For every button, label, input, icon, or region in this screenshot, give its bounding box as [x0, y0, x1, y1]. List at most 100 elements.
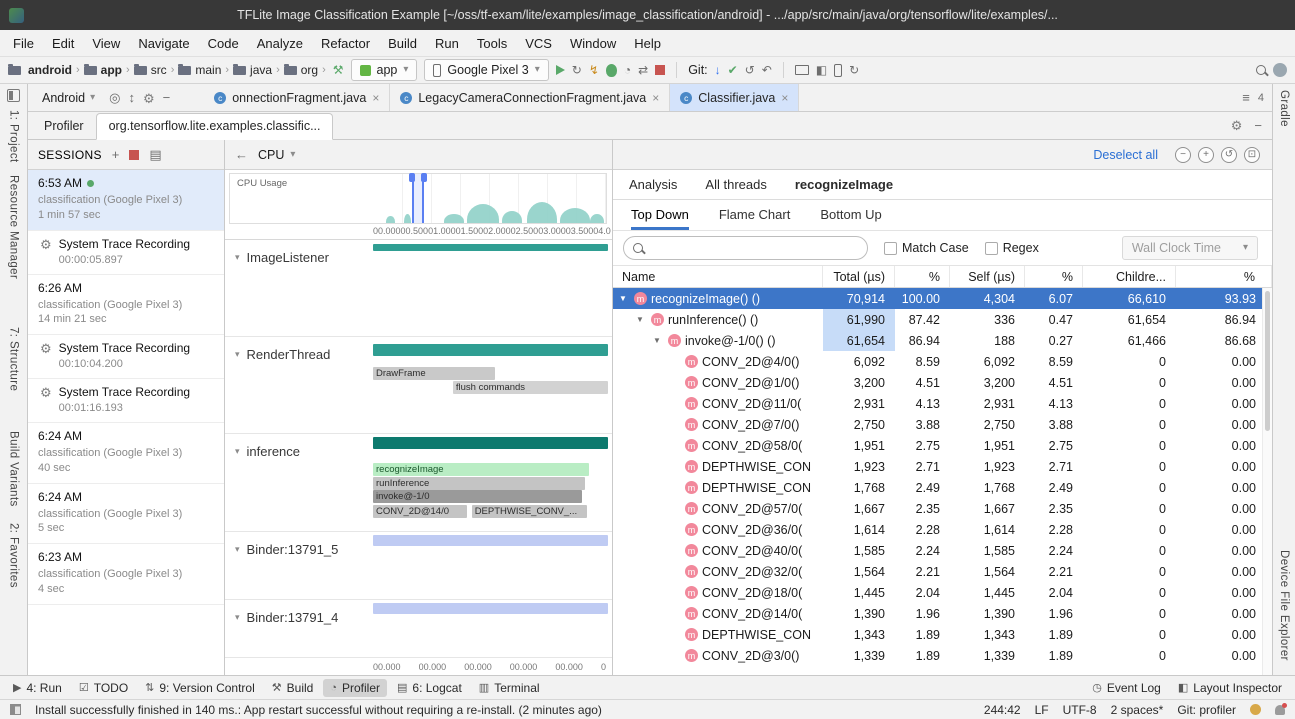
expander-icon[interactable]: ▼ — [619, 294, 630, 303]
table-row[interactable]: mDEPTHWISE_CON1,9232.711,9232.7100.00 — [613, 456, 1272, 477]
back-button[interactable]: ← — [235, 148, 248, 161]
menu-item-vcs[interactable]: VCS — [516, 33, 561, 54]
status-message[interactable]: Install successfully finished in 140 ms.… — [35, 703, 602, 717]
subtab-top-down[interactable]: Top Down — [631, 200, 689, 230]
table-row[interactable]: ▼mrunInference() ()61,99087.423360.4761,… — [613, 309, 1272, 330]
breadcrumb-main[interactable]: main — [195, 63, 221, 77]
inspections-icon[interactable] — [1250, 704, 1261, 715]
stop-session-button[interactable] — [129, 150, 139, 160]
table-row[interactable]: mCONV_2D@1/0()3,2004.513,2004.5100.00 — [613, 372, 1272, 393]
expander-icon[interactable]: ▼ — [636, 315, 647, 324]
build-hammer-icon[interactable]: ⚒ — [333, 64, 344, 76]
column-header-[interactable]: % — [1176, 266, 1272, 287]
editor-tab-onnectionfragment-java[interactable]: connectionFragment.java× — [204, 84, 390, 111]
trace-event-bar[interactable] — [373, 437, 608, 449]
device-manager-icon[interactable] — [795, 65, 809, 75]
file-encoding[interactable]: UTF-8 — [1063, 703, 1097, 717]
apply-changes-button[interactable]: ↻ — [572, 64, 582, 76]
tool-stripe-7-structure[interactable]: 7: Structure — [8, 327, 20, 391]
menu-item-file[interactable]: File — [4, 33, 43, 54]
thread-track-imagelistener[interactable]: ▾ImageListener — [225, 240, 612, 337]
table-row[interactable]: mCONV_2D@40/0(1,5852.241,5852.2400.00 — [613, 540, 1272, 561]
collapse-icon[interactable]: ▾ — [235, 612, 240, 623]
column-header-name[interactable]: Name — [613, 266, 823, 287]
search-box[interactable] — [623, 236, 868, 260]
profile-button[interactable]: ◔ — [624, 64, 631, 76]
menu-item-view[interactable]: View — [83, 33, 129, 54]
analysis-tab-all-threads[interactable]: All threads — [705, 177, 766, 192]
collapse-icon[interactable]: ▾ — [235, 252, 240, 263]
trace-event-bar[interactable] — [373, 603, 608, 614]
session-item[interactable]: 6:24 AMclassification (Google Pixel 3)40… — [28, 423, 224, 484]
tool-stripe-device-file-explorer[interactable]: Device File Explorer — [1278, 550, 1290, 661]
table-row[interactable]: mCONV_2D@18/0(1,4452.041,4452.0400.00 — [613, 582, 1272, 603]
editor-tab-legacycameraconnectionfragment-java[interactable]: cLegacyCameraConnectionFragment.java× — [390, 84, 670, 111]
table-row[interactable]: ▼minvoke@-1/0() ()61,65486.941880.2761,4… — [613, 330, 1272, 351]
breadcrumb-android[interactable]: android — [28, 63, 72, 77]
tool-stripe-build-variants[interactable]: Build Variants — [8, 431, 20, 507]
thread-track-binder-13791-4[interactable]: ▾Binder:13791_4 — [225, 600, 612, 658]
menu-item-window[interactable]: Window — [561, 33, 625, 54]
profiler-type-select[interactable]: CPU ▾ — [258, 148, 295, 162]
trace-event-bar[interactable] — [373, 244, 608, 251]
device-mirror-icon[interactable] — [834, 64, 842, 77]
menu-item-build[interactable]: Build — [379, 33, 426, 54]
column-header-[interactable]: % — [1025, 266, 1083, 287]
tool-stripe-resource-manager[interactable]: Resource Manager — [8, 175, 20, 279]
debug-button[interactable] — [606, 64, 617, 77]
device-select[interactable]: Google Pixel 3 ▾ — [424, 59, 548, 81]
zoom-in-button[interactable]: + — [1198, 147, 1214, 163]
line-separator[interactable]: LF — [1035, 703, 1049, 717]
column-header-total-s[interactable]: Total (µs) — [823, 266, 895, 287]
collapse-icon[interactable]: ▾ — [235, 446, 240, 457]
subtab-bottom-up[interactable]: Bottom Up — [820, 200, 881, 230]
search-input[interactable] — [650, 241, 858, 255]
table-row[interactable]: mDEPTHWISE_CON1,3431.891,3431.8900.00 — [613, 624, 1272, 645]
thread-track-renderthread[interactable]: ▾RenderThreadDrawFrameflush commands — [225, 337, 612, 434]
table-row[interactable]: mCONV_2D@7/0()2,7503.882,7503.8800.00 — [613, 414, 1272, 435]
tool-stripe-gradle[interactable]: Gradle — [1278, 90, 1290, 127]
trace-event-bar[interactable]: DrawFrame — [373, 367, 495, 380]
run-button[interactable] — [556, 65, 565, 75]
tab-list-icon[interactable]: ≡ — [1242, 91, 1250, 104]
recording-item[interactable]: ⚙System Trace Recording00:01:16.193 — [28, 379, 224, 423]
expander-icon[interactable]: ▼ — [653, 336, 664, 345]
notifications-icon[interactable] — [1275, 705, 1285, 715]
vcs-update-button[interactable]: ↓ — [715, 64, 721, 76]
toolwindow-button-todo[interactable]: ☑TODO — [72, 679, 135, 697]
menu-item-run[interactable]: Run — [426, 33, 468, 54]
trace-event-bar[interactable]: invoke@-1/0 — [373, 490, 582, 503]
sync-project-button[interactable]: ↻ — [849, 64, 859, 76]
toolwindow-button-6-logcat[interactable]: ▤6: Logcat — [390, 679, 469, 697]
collapse-all-icon[interactable]: ↕ — [128, 91, 135, 104]
regex-checkbox[interactable]: Regex — [985, 241, 1039, 255]
trace-event-bar[interactable]: CONV_2D@14/0 — [373, 505, 467, 518]
table-row[interactable]: mCONV_2D@3/0()1,3391.891,3391.8900.00 — [613, 645, 1272, 666]
breadcrumb-java[interactable]: java — [250, 63, 272, 77]
toolwindow-button-4-run[interactable]: ▶4: Run — [6, 679, 69, 697]
cpu-usage-plot[interactable] — [374, 174, 606, 223]
trace-event-bar[interactable]: recognizeImage — [373, 463, 589, 476]
subtab-flame-chart[interactable]: Flame Chart — [719, 200, 791, 230]
menu-item-tools[interactable]: Tools — [468, 33, 516, 54]
cursor-position[interactable]: 244:42 — [984, 703, 1021, 717]
session-item[interactable]: 6:53 AMclassification (Google Pixel 3)1 … — [28, 170, 224, 231]
table-row[interactable]: mCONV_2D@36/0(1,6142.281,6142.2800.00 — [613, 519, 1272, 540]
table-row[interactable]: mDEPTHWISE_CON1,7682.491,7682.4900.00 — [613, 477, 1272, 498]
session-item[interactable]: 6:24 AMclassification (Google Pixel 3)5 … — [28, 484, 224, 545]
project-settings-icon[interactable]: ⚙ — [143, 92, 155, 105]
table-row[interactable]: mCONV_2D@14/0(1,3901.961,3901.9600.00 — [613, 603, 1272, 624]
toolwindow-button-event-log[interactable]: ◷Event Log — [1085, 679, 1168, 697]
menu-item-refactor[interactable]: Refactor — [312, 33, 379, 54]
trace-event-bar[interactable]: runInference — [373, 477, 585, 490]
table-row[interactable]: ▼mrecognizeImage() ()70,914100.004,3046.… — [613, 288, 1272, 309]
close-tab-icon[interactable]: × — [781, 91, 788, 105]
match-case-checkbox[interactable]: Match Case — [884, 241, 969, 255]
trace-event-bar[interactable] — [373, 535, 608, 546]
profile-avatar-icon[interactable] — [1273, 63, 1287, 77]
editor-tab-classifier-java[interactable]: cClassifier.java× — [670, 84, 799, 111]
run-configuration-select[interactable]: app ▾ — [351, 59, 418, 81]
breadcrumb-app[interactable]: app — [101, 63, 122, 77]
table-row[interactable]: mCONV_2D@4/0()6,0928.596,0928.5900.00 — [613, 351, 1272, 372]
toolwindow-switcher-icon[interactable] — [10, 704, 21, 715]
